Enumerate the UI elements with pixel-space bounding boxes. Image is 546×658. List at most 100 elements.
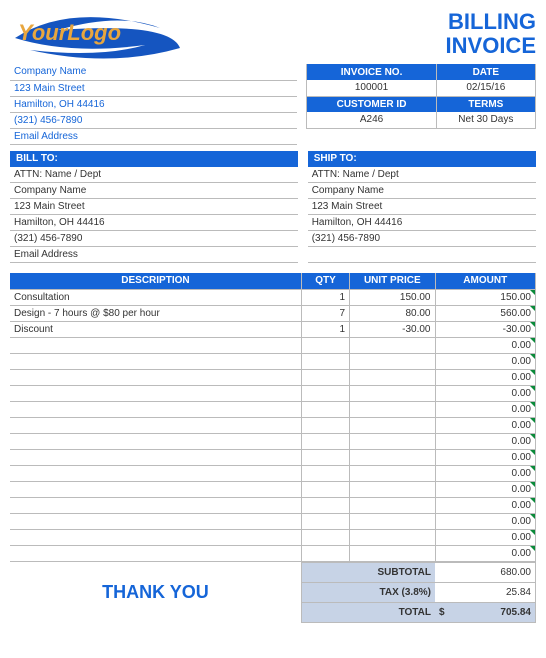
item-qty — [301, 481, 349, 497]
item-desc — [10, 401, 301, 417]
date-header: DATE — [436, 64, 535, 80]
bill-street: 123 Main Street — [10, 199, 298, 215]
item-desc — [10, 529, 301, 545]
item-desc: Design - 7 hours @ $80 per hour — [10, 305, 301, 321]
line-item-row: 0.00 — [10, 417, 536, 433]
item-price — [350, 481, 435, 497]
item-amount: 0.00 — [435, 417, 536, 433]
item-qty: 1 — [301, 289, 349, 305]
item-qty — [301, 385, 349, 401]
item-qty — [301, 369, 349, 385]
item-price — [350, 465, 435, 481]
bill-email: Email Address — [10, 247, 298, 263]
item-amount: 0.00 — [435, 545, 536, 561]
total-label: TOTAL — [301, 602, 435, 622]
item-desc: Discount — [10, 321, 301, 337]
invoice-no-header: INVOICE NO. — [307, 64, 436, 80]
totals-table: THANK YOU SUBTOTAL 680.00 TAX (3.8%) 25.… — [10, 562, 536, 623]
line-item-row: Design - 7 hours @ $80 per hour780.00560… — [10, 305, 536, 321]
item-qty: 7 — [301, 305, 349, 321]
tax-label: TAX (3.8%) — [301, 582, 435, 602]
item-qty — [301, 513, 349, 529]
customer-id-header: CUSTOMER ID — [307, 96, 436, 112]
terms: Net 30 Days — [436, 112, 535, 128]
company-email: Email Address — [10, 128, 297, 144]
ship-attn: ATTN: Name / Dept — [308, 167, 536, 183]
item-price: -30.00 — [350, 321, 435, 337]
item-qty — [301, 545, 349, 561]
item-price — [350, 449, 435, 465]
company-name: Company Name — [10, 64, 297, 80]
bill-phone: (321) 456-7890 — [10, 231, 298, 247]
item-price — [350, 433, 435, 449]
line-item-row: 0.00 — [10, 465, 536, 481]
line-item-row: 0.00 — [10, 449, 536, 465]
item-desc — [10, 433, 301, 449]
customer-id: A246 — [307, 112, 436, 128]
item-qty — [301, 465, 349, 481]
ship-phone: (321) 456-7890 — [308, 231, 536, 247]
company-phone: (321) 456-7890 — [10, 112, 297, 128]
item-amount: 0.00 — [435, 497, 536, 513]
subtotal-value: 680.00 — [435, 562, 536, 582]
bill-company: Company Name — [10, 183, 298, 199]
item-desc — [10, 497, 301, 513]
item-desc: Consultation — [10, 289, 301, 305]
addresses-table: BILL TO: SHIP TO: ATTN: Name / DeptATTN:… — [10, 151, 536, 264]
qty-header: QTY — [301, 273, 349, 289]
item-amount: 0.00 — [435, 401, 536, 417]
item-desc — [10, 385, 301, 401]
item-qty — [301, 337, 349, 353]
header-info-table: Company Name INVOICE NO. DATE 123 Main S… — [10, 64, 536, 145]
total-value: $705.84 — [435, 602, 536, 622]
line-item-row: 0.00 — [10, 369, 536, 385]
item-desc — [10, 465, 301, 481]
company-street: 123 Main Street — [10, 80, 297, 96]
tax-value: 25.84 — [435, 582, 536, 602]
line-item-row: 0.00 — [10, 353, 536, 369]
item-price — [350, 417, 435, 433]
item-amount: 0.00 — [435, 353, 536, 369]
item-amount: 0.00 — [435, 481, 536, 497]
item-amount: 0.00 — [435, 369, 536, 385]
bill-to-header: BILL TO: — [10, 151, 298, 167]
item-amount: 0.00 — [435, 465, 536, 481]
invoice-title: BILLING INVOICE — [446, 10, 536, 58]
bill-city: Hamilton, OH 44416 — [10, 215, 298, 231]
item-amount: 0.00 — [435, 513, 536, 529]
subtotal-label: SUBTOTAL — [301, 562, 435, 582]
thank-you: THANK YOU — [10, 562, 301, 622]
price-header: UNIT PRICE — [350, 273, 435, 289]
item-amount: -30.00 — [435, 321, 536, 337]
line-item-row: Consultation1150.00150.00 — [10, 289, 536, 305]
item-desc — [10, 513, 301, 529]
line-item-row: 0.00 — [10, 401, 536, 417]
item-qty — [301, 417, 349, 433]
item-desc — [10, 353, 301, 369]
line-item-row: 0.00 — [10, 385, 536, 401]
company-city: Hamilton, OH 44416 — [10, 96, 297, 112]
line-item-row: 0.00 — [10, 497, 536, 513]
item-amount: 150.00 — [435, 289, 536, 305]
item-amount: 0.00 — [435, 449, 536, 465]
item-qty — [301, 433, 349, 449]
item-desc — [10, 369, 301, 385]
invoice-no: 100001 — [307, 80, 436, 96]
ship-company: Company Name — [308, 183, 536, 199]
line-item-row: 0.00 — [10, 513, 536, 529]
item-qty: 1 — [301, 321, 349, 337]
item-qty — [301, 529, 349, 545]
company-logo: YourLogo — [10, 10, 190, 60]
line-item-row: 0.00 — [10, 481, 536, 497]
item-desc — [10, 449, 301, 465]
item-desc — [10, 481, 301, 497]
item-amount: 0.00 — [435, 337, 536, 353]
invoice-date: 02/15/16 — [436, 80, 535, 96]
line-items-table: DESCRIPTION QTY UNIT PRICE AMOUNT Consul… — [10, 273, 536, 562]
amt-header: AMOUNT — [435, 273, 536, 289]
ship-street: 123 Main Street — [308, 199, 536, 215]
line-item-row: 0.00 — [10, 433, 536, 449]
item-price — [350, 513, 435, 529]
item-price — [350, 545, 435, 561]
ship-city: Hamilton, OH 44416 — [308, 215, 536, 231]
